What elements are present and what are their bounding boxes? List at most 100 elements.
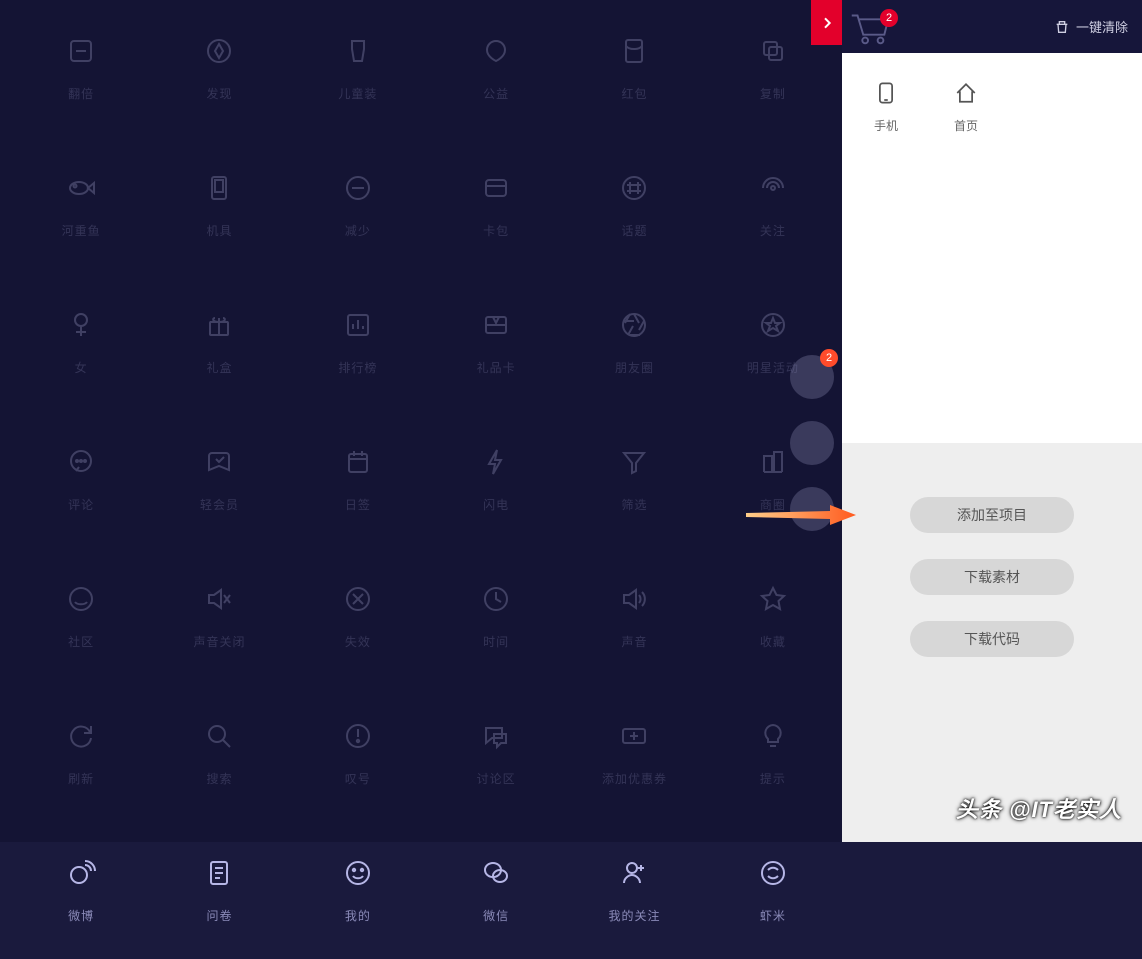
grid-item-pinglun[interactable]: 评论 — [12, 411, 150, 548]
grid-item-taolunqu[interactable]: 讨论区 — [427, 685, 565, 822]
grid-item-guanzhu[interactable]: 关注 — [704, 137, 842, 274]
grid-item-label: 礼品卡 — [477, 359, 516, 376]
grid-item-label: 时间 — [483, 633, 509, 650]
grid-item-shandian[interactable]: 闪电 — [427, 411, 565, 548]
minus-icon — [342, 172, 374, 204]
grid-item-weixin[interactable]: 微信 — [427, 822, 565, 959]
cart-badge: 2 — [880, 9, 898, 27]
addcoupon-icon — [618, 720, 650, 752]
grid-item-lihe[interactable]: 礼盒 — [150, 274, 288, 411]
bulb-icon — [757, 720, 789, 752]
grid-item-label: 日签 — [345, 496, 371, 513]
grid-item-jiju[interactable]: 机具 — [150, 137, 288, 274]
grid-item-label: 筛选 — [621, 496, 647, 513]
smile-icon — [342, 857, 374, 889]
grid-item-label: 复制 — [760, 85, 786, 102]
grid-item-label: 添加优惠券 — [602, 770, 667, 787]
grid-item-label: 我的关注 — [608, 907, 660, 924]
grid-item-jianshao[interactable]: 减少 — [289, 137, 427, 274]
grid-item-kabao[interactable]: 卡包 — [427, 137, 565, 274]
download-asset-button[interactable]: 下载素材 — [910, 559, 1074, 595]
add-to-project-button[interactable]: 添加至项目 — [910, 497, 1074, 533]
grid-item-label: 话题 — [621, 222, 647, 239]
grid-item-shengyin[interactable]: 声音 — [565, 548, 703, 685]
grid-item-label: 讨论区 — [477, 770, 516, 787]
cart-item-list: 手机 首页 — [842, 53, 1142, 443]
grid-item-shuaxin[interactable]: 刷新 — [12, 685, 150, 822]
grid-item-xiami[interactable]: 虾米 — [704, 822, 842, 959]
hash-icon — [618, 172, 650, 204]
pointer-arrow — [746, 503, 856, 527]
grid-item-tianjiayouhuiquan[interactable]: 添加优惠券 — [565, 685, 703, 822]
float-button-2[interactable] — [790, 421, 834, 465]
grid-item-hechongyu[interactable]: 河重鱼 — [12, 137, 150, 274]
grid-item-label: 声音 — [621, 633, 647, 650]
cart-item-label: 手机 — [874, 117, 898, 134]
watermark-text: 头条 @IT老实人 — [956, 792, 1122, 824]
grid-item-label: 微博 — [68, 907, 94, 924]
grid-item-wenjuan[interactable]: 问卷 — [150, 822, 288, 959]
weibo-icon — [65, 857, 97, 889]
grid-item-label: 失效 — [345, 633, 371, 650]
grid-item-shengyinguanbi[interactable]: 声音关闭 — [150, 548, 288, 685]
grid-item-qinghuiyuan[interactable]: 轻会员 — [150, 411, 288, 548]
kids-icon — [342, 35, 374, 67]
grid-item-weibo[interactable]: 微博 — [12, 822, 150, 959]
grid-item-fanbei[interactable]: 翻倍 — [12, 0, 150, 137]
grid-item-label: 卡包 — [483, 222, 509, 239]
grid-item-shequ[interactable]: 社区 — [12, 548, 150, 685]
cart-indicator[interactable]: 2 — [846, 7, 892, 47]
signal-icon — [757, 172, 789, 204]
grid-item-paihangbang[interactable]: 排行榜 — [289, 274, 427, 411]
grid-item-label: 搜索 — [206, 770, 232, 787]
grid-item-wodeguanzhu[interactable]: 我的关注 — [565, 822, 703, 959]
grid-item-shoucang[interactable]: 收藏 — [704, 548, 842, 685]
grid-item-label: 我的 — [345, 907, 371, 924]
userplus-icon — [618, 857, 650, 889]
grid-item-ertongzhuang[interactable]: 儿童装 — [289, 0, 427, 137]
grid-item-wode[interactable]: 我的 — [289, 822, 427, 959]
grid-item-sousuo[interactable]: 搜索 — [150, 685, 288, 822]
grid-item-faxian[interactable]: 发现 — [150, 0, 288, 137]
broom-icon — [1054, 19, 1070, 35]
grid-item-label: 虾米 — [760, 907, 786, 924]
grid-item-huati[interactable]: 话题 — [565, 137, 703, 274]
grid-item-label: 关注 — [760, 222, 786, 239]
collapse-sidebar-button[interactable] — [811, 0, 842, 45]
wallet-icon — [480, 172, 512, 204]
float-button-1[interactable]: 2 — [790, 355, 834, 399]
cart-item-phone[interactable]: 手机 — [860, 79, 912, 134]
grid-item-tanhao[interactable]: 叹号 — [289, 685, 427, 822]
calendar-icon — [342, 446, 374, 478]
copy-icon — [757, 35, 789, 67]
grid-item-lipinka[interactable]: 礼品卡 — [427, 274, 565, 411]
grid-item-label: 减少 — [345, 222, 371, 239]
grid-item-shaixuan[interactable]: 筛选 — [565, 411, 703, 548]
device-icon — [203, 172, 235, 204]
grid-item-shijian[interactable]: 时间 — [427, 548, 565, 685]
clear-all-label: 一键清除 — [1076, 17, 1128, 36]
grid-item-nv[interactable]: 女 — [12, 274, 150, 411]
grid-item-label: 微信 — [483, 907, 509, 924]
grid-item-hongbao[interactable]: 红包 — [565, 0, 703, 137]
grid-item-label: 河重鱼 — [62, 222, 101, 239]
fish-icon — [65, 172, 97, 204]
grid-item-label: 翻倍 — [68, 85, 94, 102]
filter-icon — [618, 446, 650, 478]
grid-item-shixiao[interactable]: 失效 — [289, 548, 427, 685]
grid-item-label: 轻会员 — [200, 496, 239, 513]
grid-item-tishi[interactable]: 提示 — [704, 685, 842, 822]
refresh-icon — [65, 720, 97, 752]
grid-item-label: 发现 — [206, 85, 232, 102]
grid-item-riqian[interactable]: 日签 — [289, 411, 427, 548]
discover-icon — [203, 35, 235, 67]
cart-sidebar: 2 一键清除 手机 首页 添加至项目 下载素材 下载代码 — [842, 0, 1142, 842]
grid-item-label: 声音关闭 — [193, 633, 245, 650]
grid-item-label: 评论 — [68, 496, 94, 513]
sidebar-actions: 添加至项目 下载素材 下载代码 — [842, 443, 1142, 842]
grid-item-gongyi[interactable]: 公益 — [427, 0, 565, 137]
grid-item-pengyouquan[interactable]: 朋友圈 — [565, 274, 703, 411]
download-code-button[interactable]: 下载代码 — [910, 621, 1074, 657]
cart-item-home[interactable]: 首页 — [940, 79, 992, 134]
clear-all-button[interactable]: 一键清除 — [1054, 17, 1128, 36]
